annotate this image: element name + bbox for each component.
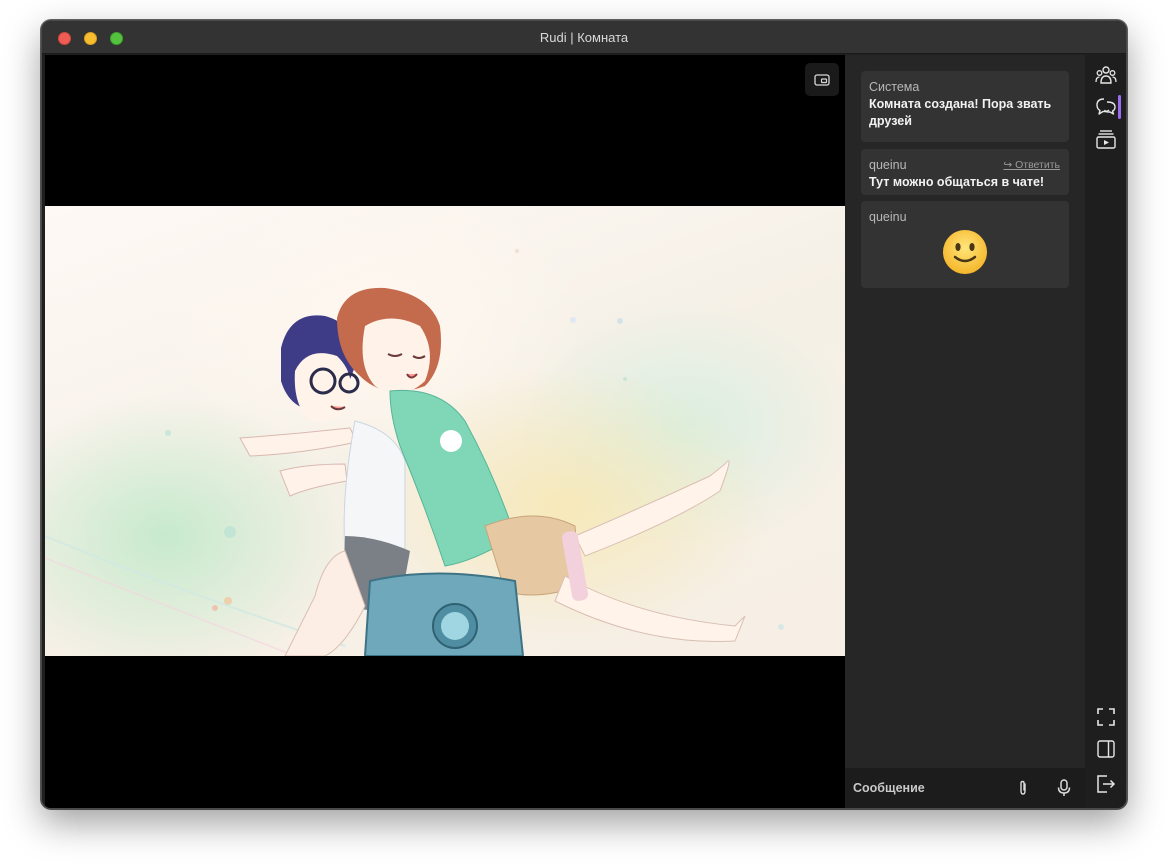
app-window: Rudi | Комната Система Комната создана! …	[41, 20, 1127, 809]
exit-room-button[interactable]	[1095, 773, 1117, 795]
video-frame	[45, 206, 845, 656]
fullscreen-icon	[1097, 708, 1115, 726]
attach-button[interactable]	[1018, 780, 1028, 801]
reply-link[interactable]: ↪ Ответить	[1003, 159, 1060, 171]
chat-button[interactable]	[1095, 96, 1117, 118]
message-author: queinu	[869, 210, 907, 224]
right-toolbar	[1085, 55, 1126, 808]
participants-button[interactable]	[1095, 64, 1117, 86]
video-player[interactable]	[45, 55, 845, 808]
message-composer: Сообщение	[845, 768, 1085, 808]
playlist-button[interactable]	[1095, 128, 1117, 150]
active-tab-indicator	[1118, 95, 1121, 119]
message-text: Комната создана! Пора звать друзей	[869, 97, 1052, 128]
chat-message: queinu	[861, 201, 1069, 288]
people-icon	[1095, 66, 1117, 84]
message-author: Система	[869, 80, 920, 94]
chat-panel: Система Комната создана! Пора звать друз…	[845, 55, 1085, 808]
voice-message-button[interactable]	[1057, 779, 1071, 802]
playlist-icon	[1096, 130, 1116, 149]
chat-message: Система Комната создана! Пора звать друз…	[861, 71, 1069, 142]
anime-illustration	[45, 249, 784, 656]
message-input[interactable]: Сообщение	[853, 781, 925, 795]
message-text: Тут можно общаться в чате!	[869, 175, 1045, 189]
microphone-icon	[1057, 779, 1071, 796]
title-bar: Rudi | Комната	[42, 21, 1126, 54]
fullscreen-button[interactable]	[1095, 706, 1117, 728]
picture-in-picture-icon	[814, 73, 830, 86]
chat-message: queinu ↪ Ответить Тут можно общаться в ч…	[861, 149, 1069, 195]
picture-in-picture-button[interactable]	[805, 63, 839, 96]
exit-icon	[1097, 775, 1116, 793]
chat-icon	[1096, 98, 1116, 115]
sidebar-toggle-icon	[1097, 740, 1115, 758]
paperclip-icon	[1020, 780, 1026, 795]
sidebar-toggle-button[interactable]	[1095, 738, 1117, 760]
window-title: Rudi | Комната	[539, 30, 629, 45]
slightly-smiling-face-icon	[943, 230, 987, 274]
